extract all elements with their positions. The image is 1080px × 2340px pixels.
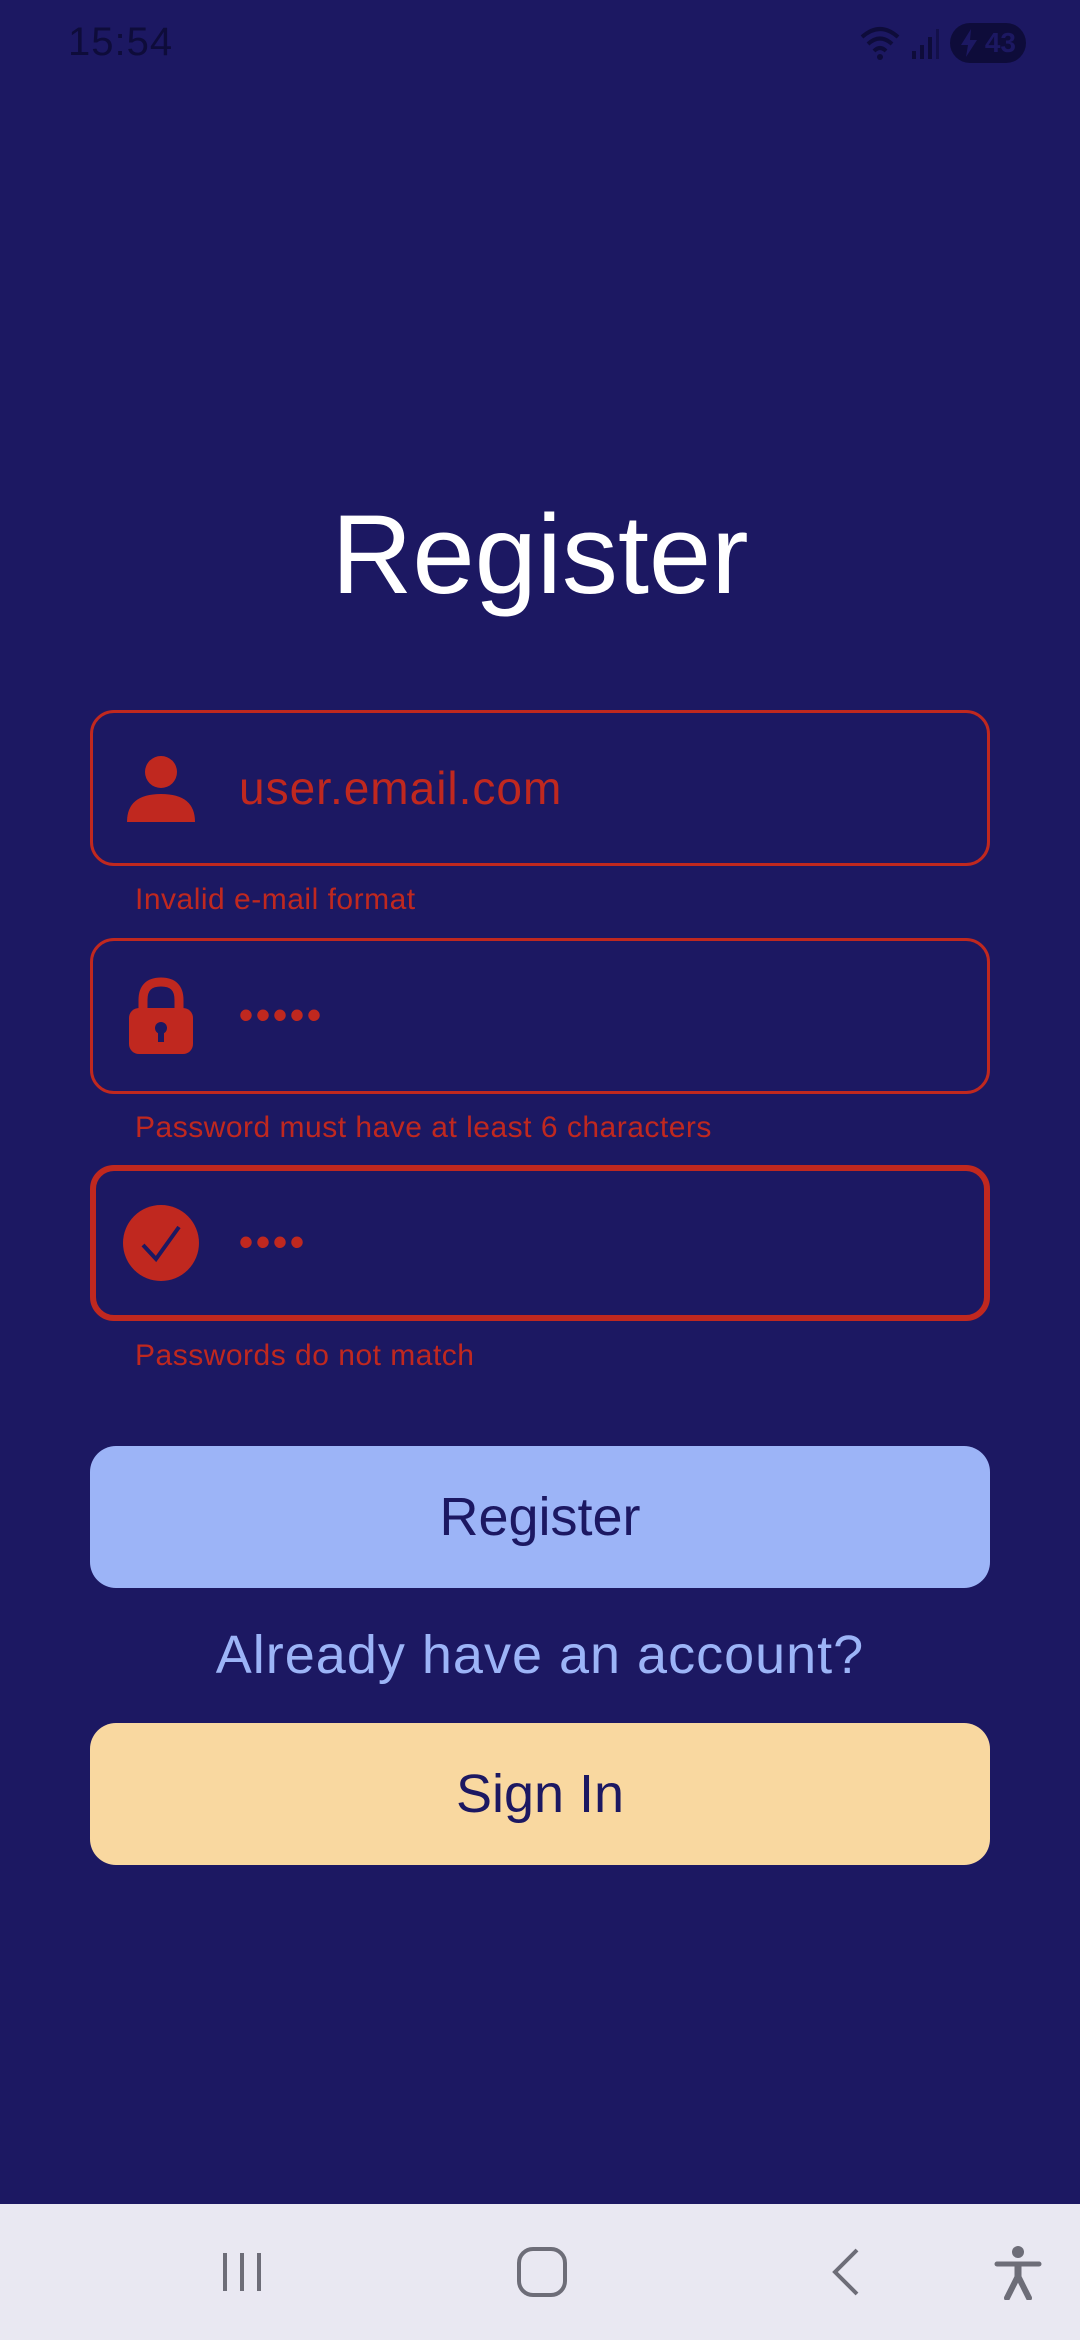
status-icons: 43 — [860, 20, 1026, 66]
accessibility-icon — [994, 2246, 1042, 2300]
sign-in-button[interactable]: Sign In — [90, 1723, 990, 1865]
email-field[interactable]: user.email.com — [90, 710, 990, 866]
status-bar: 15:54 43 — [0, 0, 1080, 90]
back-icon — [832, 2248, 859, 2296]
back-button[interactable] — [818, 2242, 878, 2302]
accessibility-button[interactable] — [988, 2242, 1048, 2302]
navigation-bar — [0, 2204, 1080, 2340]
battery-level: 43 — [984, 27, 1016, 58]
recent-apps-button[interactable] — [212, 2242, 272, 2302]
register-button[interactable]: Register — [90, 1446, 990, 1588]
page-title: Register — [331, 492, 749, 617]
signal-icon — [912, 29, 939, 59]
person-icon — [127, 756, 195, 822]
password-field[interactable]: ••••• — [90, 938, 990, 1094]
email-error: Invalid e-mail format — [135, 883, 416, 916]
wifi-icon — [860, 27, 900, 60]
charging-bolt-icon — [961, 29, 977, 57]
recent-apps-icon — [223, 2253, 261, 2291]
email-value: user.email.com — [239, 762, 563, 814]
password-error: Password must have at least 6 characters — [135, 1111, 712, 1144]
sign-in-prompt: Already have an account? — [215, 1625, 865, 1685]
home-button[interactable] — [512, 2242, 572, 2302]
lock-icon — [129, 977, 193, 1054]
home-icon — [517, 2247, 567, 2297]
status-time: 15:54 — [68, 20, 174, 64]
confirm-password-value: •••• — [239, 1220, 308, 1265]
check-circle-icon — [123, 1205, 199, 1281]
confirm-password-field[interactable]: •••• — [90, 1165, 990, 1321]
battery-icon: 43 — [950, 23, 1026, 63]
password-value: ••••• — [239, 993, 325, 1038]
confirm-password-error: Passwords do not match — [135, 1339, 475, 1372]
